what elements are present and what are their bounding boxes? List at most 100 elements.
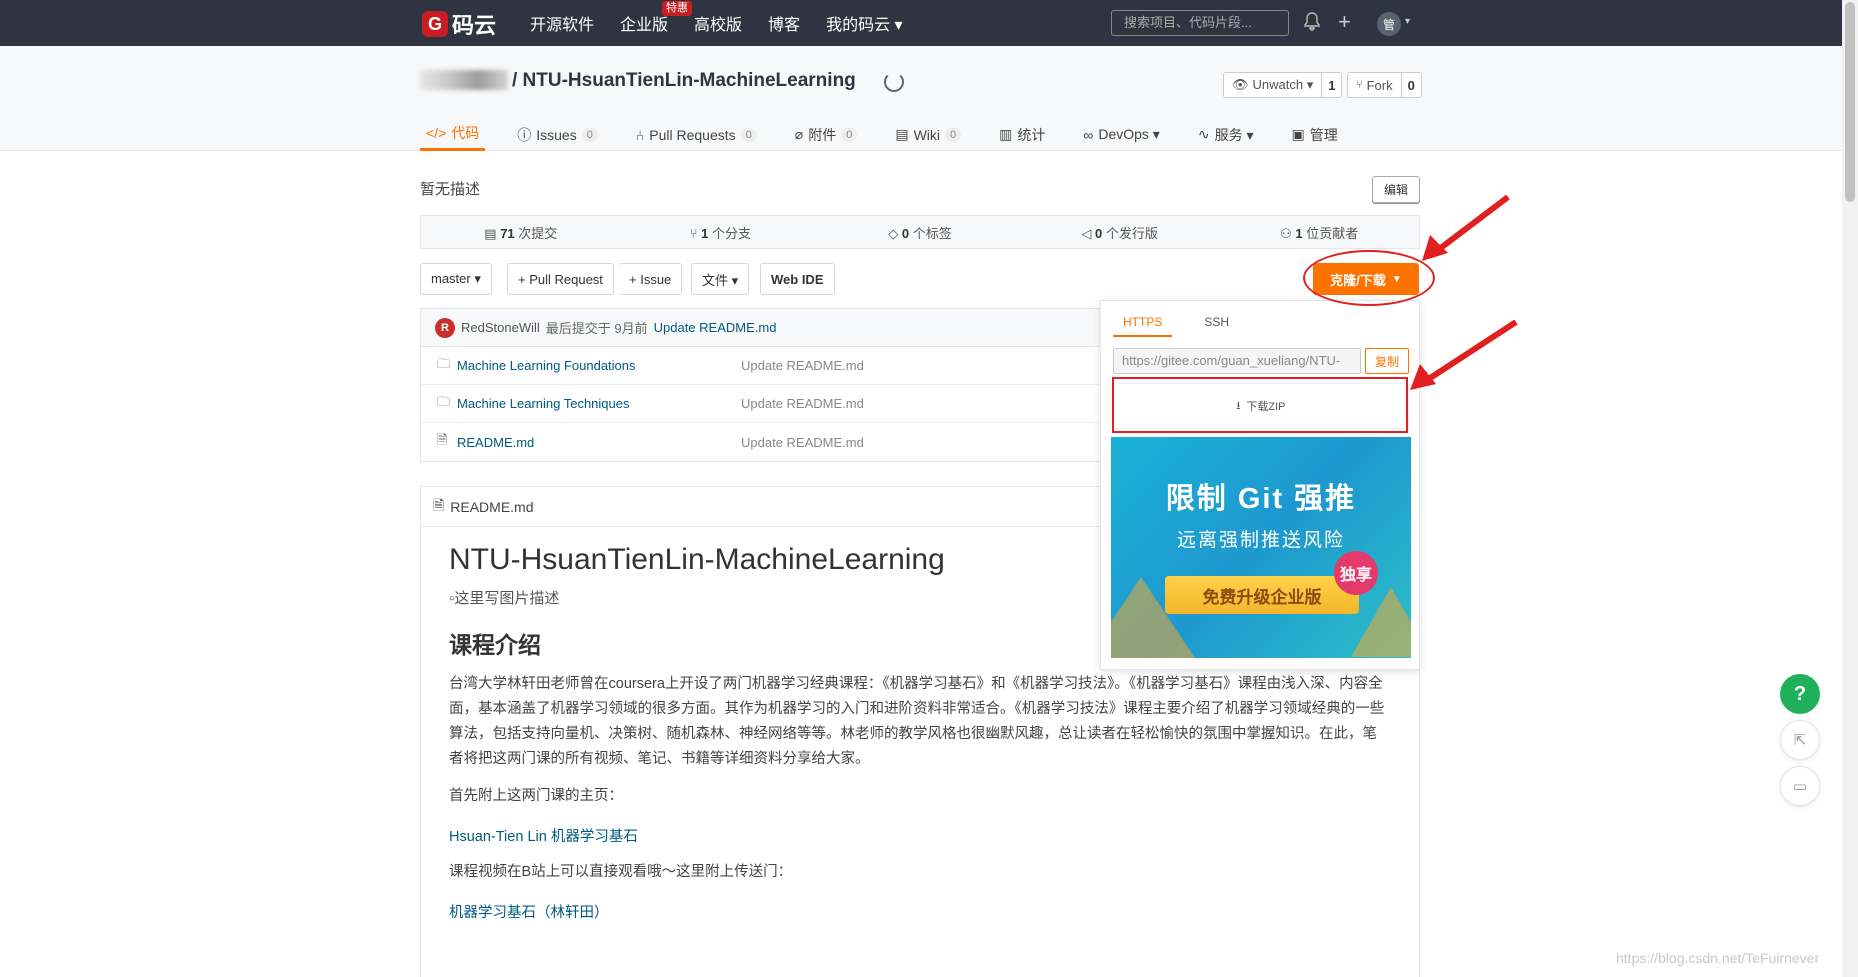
tab-label: 统计: [1017, 126, 1046, 143]
tab-attachments[interactable]: ⌀ 附件 0: [789, 118, 864, 151]
stat-number: 0: [1094, 225, 1103, 241]
stat-tags[interactable]: ◇ 0 个标签: [820, 223, 1020, 242]
tab-label: 代码: [451, 125, 480, 141]
stat-label: 位贡献者: [1306, 225, 1359, 241]
sync-icon[interactable]: [884, 72, 904, 92]
devops-icon: ∞: [1083, 126, 1094, 143]
commit-message-link[interactable]: Update README.md: [654, 320, 777, 335]
chevron-down-icon[interactable]: ▾: [1405, 16, 1410, 27]
promo-subtitle: 远离强制推送风险: [1176, 530, 1345, 551]
project-tabs: </> 代码 ⓘ Issues 0 ⑃ Pull Requests 0 ⌀ 附件 0 ▤ Wik…: [420, 118, 1370, 151]
code-icon: </>: [426, 125, 447, 141]
stat-label: 个发行版: [1105, 225, 1158, 241]
stats-icon: ▥: [999, 126, 1013, 142]
readme-link[interactable]: 机器学习基石（林轩田）: [449, 901, 1391, 922]
nav-item-enterprise-label: 企业版: [620, 17, 669, 34]
release-icon: ◁: [1081, 225, 1092, 241]
promo-banner[interactable]: 限制 Git 强推 远离强制推送风险 免费升级企业版 独享: [1111, 437, 1411, 658]
tab-service[interactable]: ∿ 服务 ▾: [1192, 118, 1260, 151]
fork-icon: ⑂: [1356, 79, 1363, 91]
file-name-link[interactable]: Machine Learning Techniques: [457, 396, 741, 411]
logo-mark-icon: G: [422, 11, 448, 37]
search-input[interactable]: 搜索项目、代码片段...: [1111, 10, 1289, 36]
tab-manage[interactable]: ▣ 管理: [1286, 118, 1344, 151]
file-commit-message[interactable]: Update README.md: [741, 435, 864, 450]
scrollbar-thumb[interactable]: [1845, 2, 1855, 202]
watermark: https://blog.csdn.net/TeFuirnever: [1616, 950, 1820, 966]
fork-button[interactable]: ⑂ Fork 0: [1347, 72, 1422, 98]
tab-count: 0: [841, 127, 858, 142]
logo-text: 码云: [452, 13, 497, 38]
readme-paragraph: 课程视频在B站上可以直接观看哦～这里附上传送门：: [449, 864, 793, 880]
tab-issues[interactable]: ⓘ Issues 0: [511, 118, 604, 151]
comment-icon[interactable]: ▭: [1780, 766, 1820, 806]
copy-url-button[interactable]: 复制: [1365, 348, 1409, 374]
unwatch-button[interactable]: 👁 Unwatch ▾ 1: [1223, 72, 1343, 98]
eye-icon: 👁: [1232, 77, 1249, 92]
file-icon: 🗎: [433, 496, 445, 513]
tab-label: 服务 ▾: [1214, 126, 1254, 143]
annotation-arrow-icon: [1410, 320, 1518, 390]
tab-code[interactable]: </> 代码: [420, 118, 486, 151]
nav-item-blog[interactable]: 博客: [768, 11, 800, 35]
gitee-logo[interactable]: G 码云: [422, 8, 496, 40]
file-commit-message[interactable]: Update README.md: [741, 396, 864, 411]
promo-upgrade-button[interactable]: 免费升级企业版: [1165, 576, 1359, 614]
owner-name-blurred: [420, 70, 508, 90]
nav-item-enterprise[interactable]: 企业版 特惠: [620, 1, 693, 35]
tab-wiki[interactable]: ▤ Wiki 0: [889, 118, 967, 151]
clone-url-input[interactable]: https://gitee.com/guan_xueliang/NTU-: [1113, 348, 1361, 374]
branch-select[interactable]: master ▾: [420, 263, 492, 295]
folder-icon: 🗀: [437, 355, 451, 371]
stat-number: 1: [1295, 225, 1303, 241]
tag-icon: ◇: [888, 225, 899, 241]
file-menu-button[interactable]: 文件 ▾: [691, 263, 750, 295]
clone-protocol-tabs: HTTPS SSH: [1113, 309, 1239, 337]
readme-paragraph: 首先附上这两门课的主页：: [449, 788, 623, 804]
stat-branches[interactable]: ⑂ 1 个分支: [621, 223, 821, 242]
stat-commits[interactable]: ▤ 71 次提交: [421, 223, 621, 242]
commit-meta: 最后提交于 9月前: [545, 321, 648, 336]
tab-devops[interactable]: ∞ DevOps ▾: [1077, 118, 1165, 151]
project-header: / NTU-HsuanTienLin-MachineLearning 👁 Unwa…: [0, 46, 1858, 151]
avatar[interactable]: R: [435, 317, 455, 338]
annotation-arrow-icon: [1422, 195, 1510, 261]
project-title[interactable]: / NTU-HsuanTienLin-MachineLearning: [512, 70, 856, 92]
avatar[interactable]: 管: [1377, 12, 1401, 36]
file-commit-message[interactable]: Update README.md: [741, 358, 864, 373]
stat-contributors[interactable]: ⚇ 1 位贡献者: [1219, 223, 1419, 242]
nav-item-education[interactable]: 高校版: [694, 11, 742, 35]
attachment-icon: ⌀: [794, 126, 804, 142]
stat-number: 1: [701, 225, 709, 241]
nav-item-open-source[interactable]: 开源软件: [530, 11, 594, 35]
tab-stats[interactable]: ▥ 统计: [993, 118, 1051, 151]
plus-icon[interactable]: +: [1338, 9, 1351, 35]
pull-request-icon: ⑃: [635, 126, 645, 143]
commit-author[interactable]: RedStoneWill: [461, 320, 540, 335]
watch-count[interactable]: 1: [1322, 78, 1341, 93]
new-issue-button[interactable]: + Issue: [619, 263, 683, 295]
tab-label: Issues: [536, 126, 577, 143]
fork-count[interactable]: 0: [1402, 78, 1421, 93]
readme-link[interactable]: Hsuan-Tien Lin 机器学习基石: [449, 825, 1391, 846]
project-description: 暂无描述: [420, 181, 481, 198]
top-navbar: G 码云 开源软件 企业版 特惠 高校版 博客 我的码云 ▾ 搜索项目、代码片段.…: [0, 0, 1858, 46]
web-ide-button[interactable]: Web IDE: [760, 263, 835, 295]
share-icon[interactable]: ⇱: [1780, 720, 1820, 760]
tab-pull-requests[interactable]: ⑃ Pull Requests 0: [630, 118, 763, 151]
image-alt-text: 这里写图片描述: [454, 590, 560, 607]
tab-https[interactable]: HTTPS: [1113, 309, 1173, 337]
tab-ssh[interactable]: SSH: [1194, 309, 1239, 337]
file-name-link[interactable]: README.md: [457, 435, 741, 450]
bell-icon[interactable]: [1303, 12, 1321, 37]
stat-label: 个分支: [712, 225, 752, 241]
annotation-rectangle: [1112, 377, 1408, 433]
file-name-link[interactable]: Machine Learning Foundations: [457, 358, 741, 373]
issue-icon: ⓘ: [517, 126, 532, 143]
nav-item-my-gitee[interactable]: 我的码云 ▾: [826, 11, 902, 35]
unwatch-label: Unwatch ▾: [1252, 77, 1314, 92]
help-button[interactable]: ?: [1780, 674, 1820, 714]
stat-releases[interactable]: ◁ 0 个发行版: [1020, 223, 1220, 242]
new-pull-request-button[interactable]: + Pull Request: [507, 263, 614, 295]
edit-description-button[interactable]: 编辑: [1372, 176, 1420, 203]
